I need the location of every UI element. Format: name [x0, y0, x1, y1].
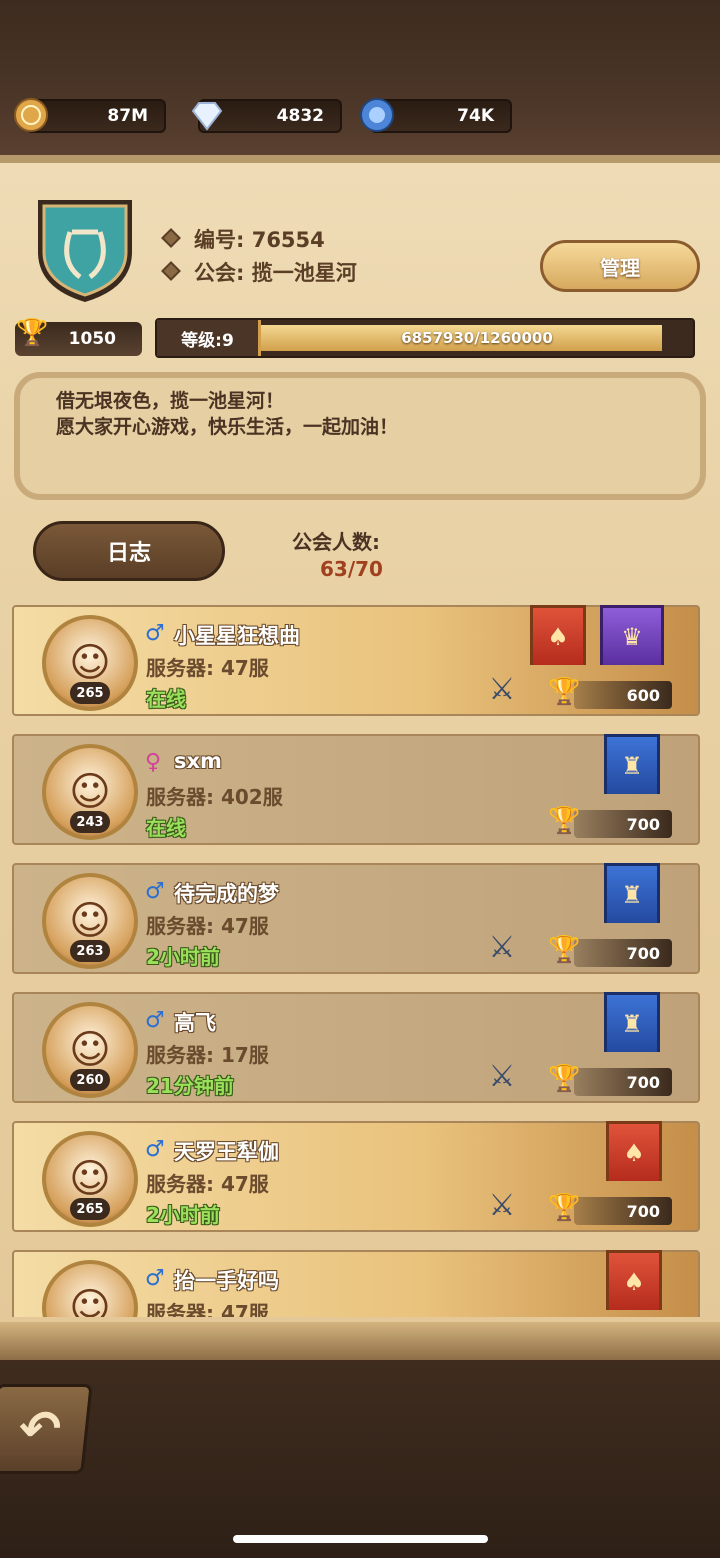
player-trophy-box: 700: [574, 1068, 672, 1096]
bottom-bar: [0, 1360, 720, 1558]
blue-banner-icon: ♜: [604, 734, 660, 794]
player-status: 在线: [146, 816, 186, 840]
diamond-value: 4832: [276, 106, 324, 126]
member-count-value: 63/70: [320, 557, 383, 581]
member-row[interactable]: ☺ 260 ♂ 高飞 服务器: 17服 21分钟前 ♜ ⚔ 700 🏆: [12, 992, 700, 1103]
blue-banner-icon: ♜: [604, 863, 660, 923]
player-name: 高飞: [174, 1011, 216, 1035]
player-name: 小星星狂想曲: [174, 624, 300, 648]
crossed-swords-icon: ⚔: [488, 1187, 516, 1223]
male-icon: ♂: [145, 1008, 165, 1033]
player-status: 2小时前: [146, 945, 220, 969]
male-icon: ♂: [145, 879, 165, 904]
token-value: 74K: [457, 106, 494, 126]
player-trophies: 700: [626, 814, 660, 834]
player-status: 在线: [146, 687, 186, 711]
player-server: 服务器: 17服: [146, 1043, 269, 1067]
male-icon: ♂: [145, 1266, 165, 1291]
player-server: 服务器: 47服: [146, 656, 269, 680]
log-button[interactable]: 日志: [33, 521, 225, 581]
guild-trophy-count: 1050: [68, 329, 116, 349]
player-status: 2小时前: [146, 1203, 220, 1227]
member-row[interactable]: ☺ 265 ♂ 天罗王犁伽 服务器: 47服 2小时前 ♠ ⚔ 700 🏆: [12, 1121, 700, 1232]
guild-id: 编号: 76554: [194, 228, 325, 252]
female-icon: ♀: [145, 750, 162, 775]
player-name: sxm: [174, 749, 222, 773]
player-name: 抬一手好吗: [174, 1269, 279, 1293]
player-trophies: 700: [626, 1201, 660, 1221]
level-exp-text: 6857930/1260000: [401, 329, 553, 347]
player-trophy-box: 700: [574, 1197, 672, 1225]
blue-banner-icon: ♜: [604, 992, 660, 1052]
diamond-icon: [188, 96, 226, 134]
player-trophy-box: 600: [574, 681, 672, 709]
player-trophies: 700: [626, 943, 660, 963]
trophy-icon: 🏆: [16, 318, 49, 348]
back-arrow-icon: ↶: [15, 1400, 65, 1458]
player-name: 待完成的梦: [174, 882, 279, 906]
crossed-swords-icon: ⚔: [488, 929, 516, 965]
player-level-badge: 265: [70, 682, 110, 704]
red-banner-icon: ♠: [530, 605, 586, 665]
player-server: 服务器: 47服: [146, 1172, 269, 1196]
home-indicator[interactable]: [233, 1535, 488, 1543]
panel-bottom-trim: [0, 1322, 720, 1362]
male-icon: ♂: [145, 621, 165, 646]
back-button[interactable]: ↶: [0, 1384, 93, 1474]
level-progress-bar: 等级:9 6857930/1260000: [155, 318, 695, 358]
blue-token-icon: [358, 96, 396, 134]
member-count-label: 公会人数:: [292, 530, 380, 554]
player-name: 天罗王犁伽: [174, 1140, 279, 1164]
red-banner-icon: ♠: [606, 1250, 662, 1310]
trophy-icon: 🏆: [548, 1193, 581, 1223]
guild-emblem: [30, 192, 140, 304]
trophy-icon: 🏆: [548, 806, 581, 836]
notice-line-1: 借无垠夜色，揽一池星河！: [56, 390, 285, 412]
member-list[interactable]: ☺ 265 ♂ 小星星狂想曲 服务器: 47服 在线 ♠ ♛ ⚔ 600 🏆 ☺…: [12, 605, 702, 1317]
guild-notice: 借无垠夜色，揽一池星河！ 愿大家开心游戏，快乐生活，一起加油！: [14, 372, 706, 500]
red-banner-icon: ♠: [606, 1121, 662, 1181]
player-trophies: 700: [626, 1072, 660, 1092]
player-status: 21分钟前: [146, 1074, 234, 1098]
crown-banner-icon: ♛: [600, 605, 664, 665]
player-trophy-box: 700: [574, 810, 672, 838]
guild-name: 公会: 揽一池星河: [194, 261, 357, 285]
trophy-icon: 🏆: [548, 1064, 581, 1094]
player-server: 服务器: 47服: [146, 914, 269, 938]
member-row[interactable]: ☺ 243 ♀ sxm 服务器: 402服 在线 ♜ 700 🏆: [12, 734, 700, 845]
player-trophies: 600: [626, 685, 660, 705]
male-icon: ♂: [145, 1137, 165, 1162]
crossed-swords-icon: ⚔: [488, 671, 516, 707]
member-row[interactable]: ☺ 263 ♂ 待完成的梦 服务器: 47服 2小时前 ♜ ⚔ 700 🏆: [12, 863, 700, 974]
player-level-badge: 260: [70, 1069, 110, 1091]
player-level-badge: 263: [70, 940, 110, 962]
player-server: 服务器: 402服: [146, 785, 283, 809]
trophy-icon: 🏆: [548, 677, 581, 707]
player-server: 服务器: 47服: [146, 1301, 269, 1317]
avatar[interactable]: ☺: [42, 1260, 138, 1317]
gold-coin-icon: [12, 96, 50, 134]
player-level-badge: 243: [70, 811, 110, 833]
crossed-swords-icon: ⚔: [488, 1058, 516, 1094]
gold-value: 87M: [107, 106, 148, 126]
trophy-icon: 🏆: [548, 935, 581, 965]
player-level-badge: 265: [70, 1198, 110, 1220]
member-row[interactable]: ☺ ♂ 抬一手好吗 服务器: 47服 ♠: [12, 1250, 700, 1317]
player-trophy-box: 700: [574, 939, 672, 967]
member-row[interactable]: ☺ 265 ♂ 小星星狂想曲 服务器: 47服 在线 ♠ ♛ ⚔ 600 🏆: [12, 605, 700, 716]
notice-line-2: 愿大家开心游戏，快乐生活，一起加油！: [56, 416, 399, 438]
manage-button[interactable]: 管理: [540, 240, 700, 292]
level-tag: 等级:9: [157, 320, 261, 356]
